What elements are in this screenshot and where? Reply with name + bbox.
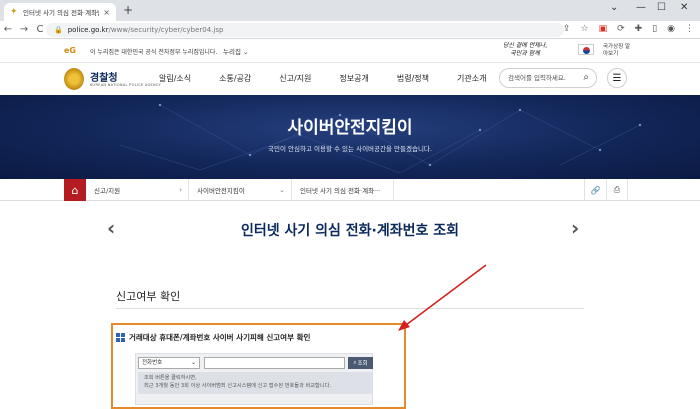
breadcrumb-item-cyber[interactable]: 사이버안전지킴이 ⌄ xyxy=(189,179,292,201)
breadcrumb-item-current[interactable]: 인터넷 사기 의심 전화·계좌··· xyxy=(292,179,394,201)
toolbar-icons: ⇪ ☆ ▣ ⟳ ✚ ▯ ◉ ⋮ xyxy=(563,24,694,34)
more-menu-icon[interactable]: ⋮ xyxy=(685,24,694,34)
gov-official-text: 이 누리집은 대한민국 공식 전자정부 누리집입니다. xyxy=(90,49,218,56)
next-page-arrow-icon[interactable]: › xyxy=(571,216,579,240)
police-emblem-icon[interactable] xyxy=(64,68,84,90)
sidebar-icon[interactable]: ▯ xyxy=(652,24,657,34)
profile-icon[interactable]: ◉ xyxy=(667,24,675,34)
select-value: 전화번호 xyxy=(142,360,163,366)
chevron-down-icon: ⌄ xyxy=(279,186,285,194)
close-window-button[interactable]: ✕ xyxy=(680,2,688,13)
hero-banner: 사이버안전지킴이 국민이 안심하고 이용할 수 있는 사이버공간을 만들겠습니다… xyxy=(0,95,700,179)
share-button[interactable]: 🔗 xyxy=(584,179,606,201)
page-title: 인터넷 사기 의심 전화·계좌번호 조회 xyxy=(240,223,459,239)
url-path: /www/security/cyber/cyber04.jsp xyxy=(108,26,224,34)
search-icon: ⌕ xyxy=(353,359,357,366)
breadcrumb: ⌂ 신고/지원 › 사이버안전지킴이 ⌄ 인터넷 사기 의심 전화·계좌··· 🔗 … xyxy=(0,179,700,201)
tab-title: 인터넷 사기 의심 전화·계좌번호 xyxy=(23,9,99,17)
forward-button[interactable]: → xyxy=(16,24,32,35)
gov-more-label: 누리집 xyxy=(223,48,241,56)
breadcrumb-label: 사이버안전지킴이 xyxy=(197,187,245,195)
nav-item-communication[interactable]: 소통/공감 xyxy=(219,73,251,84)
main-nav: 알림/소식 소통/공감 신고/지원 정보공개 법령/정책 기관소개 xyxy=(159,73,514,84)
browser-tab[interactable]: ✦ 인터넷 사기 의심 전화·계좌번호 × xyxy=(4,3,116,21)
org-subname: KOREAN NATIONAL POLICE AGENCY xyxy=(90,83,162,87)
nav-item-report[interactable]: 신고/지원 xyxy=(279,73,311,84)
national-symbol-link[interactable]: 국가상징 알아보기 xyxy=(603,44,635,58)
gov-more-toggle[interactable]: 누리집 ⌄ xyxy=(223,46,248,56)
breadcrumb-label: 인터넷 사기 의심 전화·계좌··· xyxy=(300,187,381,195)
breadcrumb-item-report[interactable]: 신고/지원 › xyxy=(86,179,189,201)
section-title: 신고여부 확인 xyxy=(116,290,181,303)
url-host: police.go.kr xyxy=(67,26,109,34)
maximize-button[interactable]: ☐ xyxy=(657,2,666,13)
minimize-button[interactable]: — xyxy=(636,2,646,13)
browser-toolbar: ← → C 🔒 police.go.kr/www/security/cyber/… xyxy=(0,21,700,39)
report-check-panel: 거래대상 휴대폰/계좌번호 사이버 사기피해 신고여부 확인 전화번호 ⌄ ⌕ … xyxy=(111,323,406,409)
chevron-down-icon: ⌄ xyxy=(190,359,196,366)
info-line-1: 조회 버튼을 클릭하시면, xyxy=(144,375,197,381)
site-search: ⌕ xyxy=(499,68,597,88)
check-form: 전화번호 ⌄ ⌕ 조회 조회 버튼을 클릭하시면, 최근 3개월 동안 3회 이… xyxy=(135,353,373,405)
number-input[interactable] xyxy=(204,357,345,369)
home-icon: ⌂ xyxy=(71,183,79,197)
site-header: 경찰청 KOREAN NATIONAL POLICE AGENCY 알림/소식 … xyxy=(0,63,700,95)
link-icon: 🔗 xyxy=(590,185,601,195)
search-input[interactable] xyxy=(508,74,570,82)
chevron-right-icon: › xyxy=(179,186,182,194)
browser-tabstrip: ✦ 인터넷 사기 의심 전화·계좌번호 × + ⌄ — ☐ ✕ xyxy=(0,0,700,21)
sync-icon[interactable]: ⟳ xyxy=(617,24,625,34)
menu-button[interactable]: ☰ xyxy=(607,68,627,88)
info-line-2: 최근 3개월 동안 3회 이상 사이버범죄 신고시스템에 신고 접수된 번호들과… xyxy=(144,383,332,389)
number-type-select[interactable]: 전화번호 ⌄ xyxy=(138,357,200,369)
nav-item-info[interactable]: 정보공개 xyxy=(339,73,368,84)
hamburger-icon: ☰ xyxy=(612,72,622,84)
search-icon[interactable]: ⌕ xyxy=(583,72,589,83)
extension-icon[interactable]: ▣ xyxy=(599,24,608,34)
korean-flag-icon[interactable] xyxy=(578,44,594,55)
org-name[interactable]: 경찰청 xyxy=(90,69,118,84)
back-button[interactable]: ← xyxy=(0,24,16,35)
search-button[interactable]: ⌕ 조회 xyxy=(348,357,373,369)
extensions-puzzle-icon[interactable]: ✚ xyxy=(635,24,643,34)
tab-search-icon[interactable]: ⌄ xyxy=(610,2,618,13)
share-icon[interactable]: ⇪ xyxy=(563,24,571,34)
nav-item-law[interactable]: 법령/정책 xyxy=(397,73,429,84)
gov-official-bar: eG 이 누리집은 대한민국 공식 전자정부 누리집입니다. 누리집 ⌄ 당신 … xyxy=(0,39,700,63)
bookmark-star-icon[interactable]: ☆ xyxy=(581,24,589,34)
lock-icon[interactable]: 🔒 xyxy=(54,26,63,34)
search-button-label: 조회 xyxy=(357,361,368,367)
printer-icon: ⎙ xyxy=(613,185,621,194)
url-text: police.go.kr/www/security/cyber/cyber04.… xyxy=(68,26,224,34)
panel-heading: 거래대상 휴대폰/계좌번호 사이버 사기피해 신고여부 확인 xyxy=(129,333,311,342)
banner-title: 사이버안전지킴이 xyxy=(287,118,413,138)
section-divider xyxy=(116,308,584,309)
new-tab-button[interactable]: + xyxy=(123,3,133,17)
address-bar[interactable]: 🔒 police.go.kr/www/security/cyber/cyber0… xyxy=(46,23,564,37)
egov-logo: eG xyxy=(64,46,76,55)
home-button[interactable]: ⌂ xyxy=(64,179,86,201)
nav-item-about[interactable]: 기관소개 xyxy=(457,73,486,84)
nav-item-notice[interactable]: 알림/소식 xyxy=(159,73,191,84)
chevron-down-icon: ⌄ xyxy=(243,48,249,56)
grid-icon xyxy=(116,333,125,342)
tab-close-icon[interactable]: × xyxy=(103,8,110,17)
breadcrumb-label: 신고/지원 xyxy=(94,187,121,195)
print-button[interactable]: ⎙ xyxy=(606,179,628,201)
banner-subtitle: 국민이 안심하고 이용할 수 있는 사이버공간을 만들겠습니다. xyxy=(268,145,432,153)
police-favicon-icon: ✦ xyxy=(10,6,18,17)
slogan-logo: 당신 곁에 언제나, 국민과 함께 xyxy=(502,42,548,57)
info-notice: 조회 버튼을 클릭하시면, 최근 3개월 동안 3회 이상 사이버범죄 신고시스… xyxy=(138,372,372,394)
